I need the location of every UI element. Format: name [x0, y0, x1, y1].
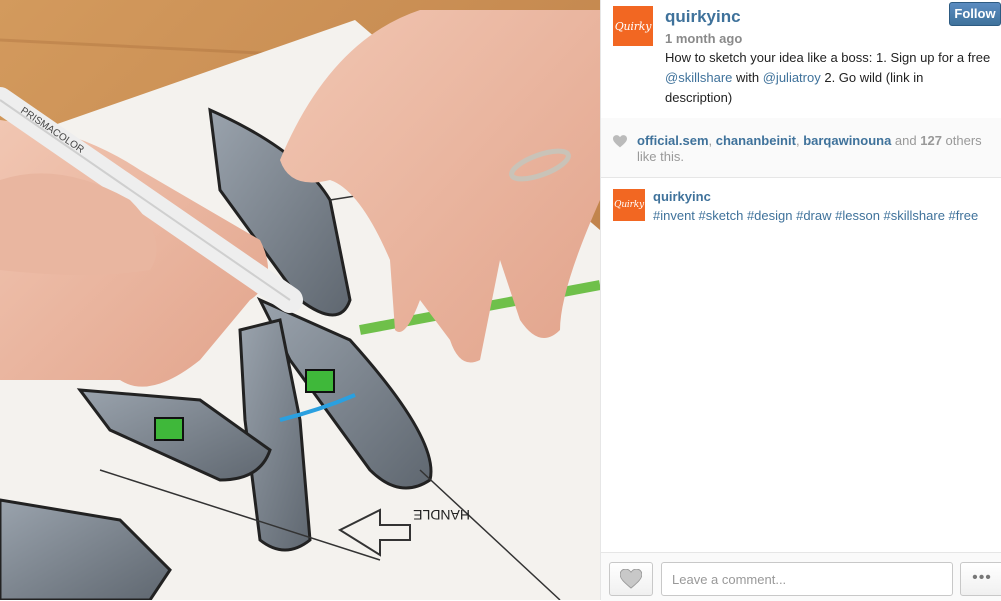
caption-text: with	[732, 70, 763, 85]
sketch-photo-illustration: HANDLE PRISMACOLOR	[0, 0, 600, 600]
more-options-button[interactable]: •••	[960, 562, 1001, 596]
heart-icon	[620, 569, 642, 589]
comment-hashtags[interactable]: #invent #sketch #design #draw #lesson #s…	[653, 206, 993, 226]
likes-text: official.sem, chananbeinit, barqawinouna…	[637, 133, 995, 165]
post-sidebar: Quirky quirkyinc Follow 1 month ago How …	[600, 0, 1001, 601]
avatar[interactable]: Quirky	[613, 6, 653, 46]
post-caption: How to sketch your idea like a boss: 1. …	[665, 48, 991, 108]
mention-link-skillshare[interactable]: @skillshare	[665, 70, 732, 85]
post-photo: HANDLE PRISMACOLOR	[0, 0, 600, 600]
post-timestamp[interactable]: 1 month ago	[665, 31, 742, 46]
likes-count: 127	[920, 133, 942, 148]
likes-and: and	[891, 133, 921, 148]
liker-link[interactable]: official.sem	[637, 133, 709, 148]
comment-input[interactable]	[661, 562, 953, 596]
liker-link[interactable]: chananbeinit	[716, 133, 796, 148]
heart-icon	[613, 135, 627, 148]
likes-separator: ,	[708, 133, 716, 148]
post-username[interactable]: quirkyinc	[665, 7, 741, 27]
caption-text: How to sketch your idea like a boss: 1. …	[665, 50, 991, 65]
divider	[601, 177, 1001, 178]
sketch-label: HANDLE	[413, 507, 470, 523]
comment-avatar[interactable]: Quirky	[613, 189, 645, 221]
liker-link[interactable]: barqawinouna	[803, 133, 891, 148]
comment-bar: •••	[601, 552, 1001, 601]
like-button[interactable]	[609, 562, 653, 596]
comment-username[interactable]: quirkyinc	[653, 189, 711, 204]
mention-link-juliatroy[interactable]: @juliatroy	[763, 70, 821, 85]
follow-button[interactable]: Follow	[949, 2, 1001, 26]
